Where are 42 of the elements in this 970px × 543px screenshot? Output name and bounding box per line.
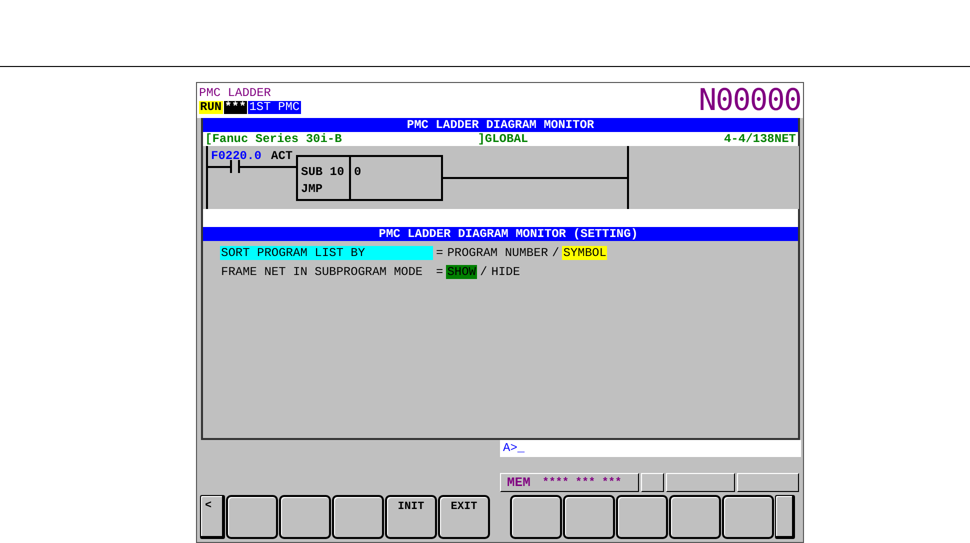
soft-key[interactable] — [616, 495, 668, 539]
cnc-model: [Fanuc Series 30i-B — [205, 132, 342, 146]
setting-option[interactable]: SYMBOL — [562, 246, 608, 260]
program-scope: ]GLOBAL — [478, 132, 528, 146]
setting-option[interactable]: PROGRAM NUMBER — [446, 246, 550, 260]
screen-title: PMC LADDER — [199, 87, 272, 100]
soft-key[interactable]: EXIT — [438, 495, 490, 539]
soft-key[interactable] — [332, 495, 384, 539]
status-cell — [737, 473, 799, 492]
soft-key[interactable]: INIT — [385, 495, 437, 539]
soft-key[interactable] — [563, 495, 615, 539]
equals-sign: = — [436, 246, 444, 260]
soft-key[interactable] — [510, 495, 562, 539]
separator-slash: / — [552, 246, 560, 260]
status-cell — [666, 473, 735, 492]
equals-sign: = — [436, 265, 444, 279]
setting-label[interactable]: SORT PROGRAM LIST BY — [220, 246, 433, 260]
soft-key[interactable] — [279, 495, 331, 539]
alarm-status: *** — [224, 101, 248, 114]
soft-key[interactable] — [226, 495, 278, 539]
settings-title: PMC LADDER DIAGRAM MONITOR (SETTING) — [203, 227, 798, 241]
function-parameter: 0 — [354, 165, 362, 179]
path-status: 1ST PMC — [248, 101, 301, 114]
net-counter: 4-4/138NET — [724, 132, 796, 146]
run-status: RUN — [199, 101, 223, 114]
next-page-key[interactable] — [775, 495, 795, 539]
soft-key[interactable] — [669, 495, 721, 539]
status-indicators: **** *** *** — [542, 476, 622, 488]
setting-label[interactable]: FRAME NET IN SUBPROGRAM MODE — [220, 265, 433, 279]
status-cell — [641, 473, 664, 492]
contact-symbol: ACT — [271, 149, 293, 163]
contact-address: F0220.0 — [211, 149, 262, 163]
program-number: N00000 — [698, 83, 801, 118]
function-name: JMP — [301, 182, 323, 196]
mode-indicator: MEM — [507, 475, 530, 490]
setting-option[interactable]: HIDE — [490, 265, 522, 279]
setting-option[interactable]: SHOW — [446, 265, 478, 279]
separator-slash: / — [480, 265, 488, 279]
previous-page-key[interactable]: < — [200, 495, 225, 539]
monitor-title: PMC LADDER DIAGRAM MONITOR — [203, 118, 798, 132]
soft-key[interactable] — [722, 495, 774, 539]
function-code: SUB 10 — [301, 165, 344, 179]
